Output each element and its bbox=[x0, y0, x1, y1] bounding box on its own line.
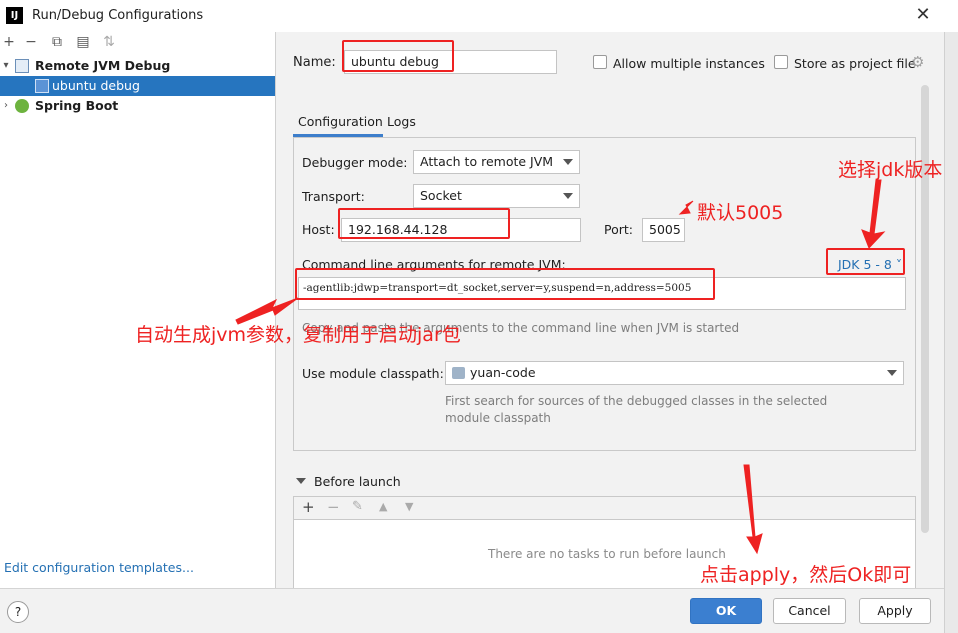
annotation-apply-note: 点击apply，然后Ok即可 bbox=[700, 564, 912, 586]
annotation-arrows bbox=[235, 179, 886, 555]
arrow-to-port bbox=[678, 200, 694, 215]
annotation-port-note: 默认5005 bbox=[697, 202, 784, 224]
annotation-jdk-note: 选择jdk版本 bbox=[838, 159, 943, 181]
arrow-to-apply bbox=[743, 464, 763, 555]
annotation-args-note: 自动生成jvm参数，复制用于启动jar包 bbox=[135, 324, 461, 346]
arrow-to-jdk bbox=[861, 179, 886, 249]
